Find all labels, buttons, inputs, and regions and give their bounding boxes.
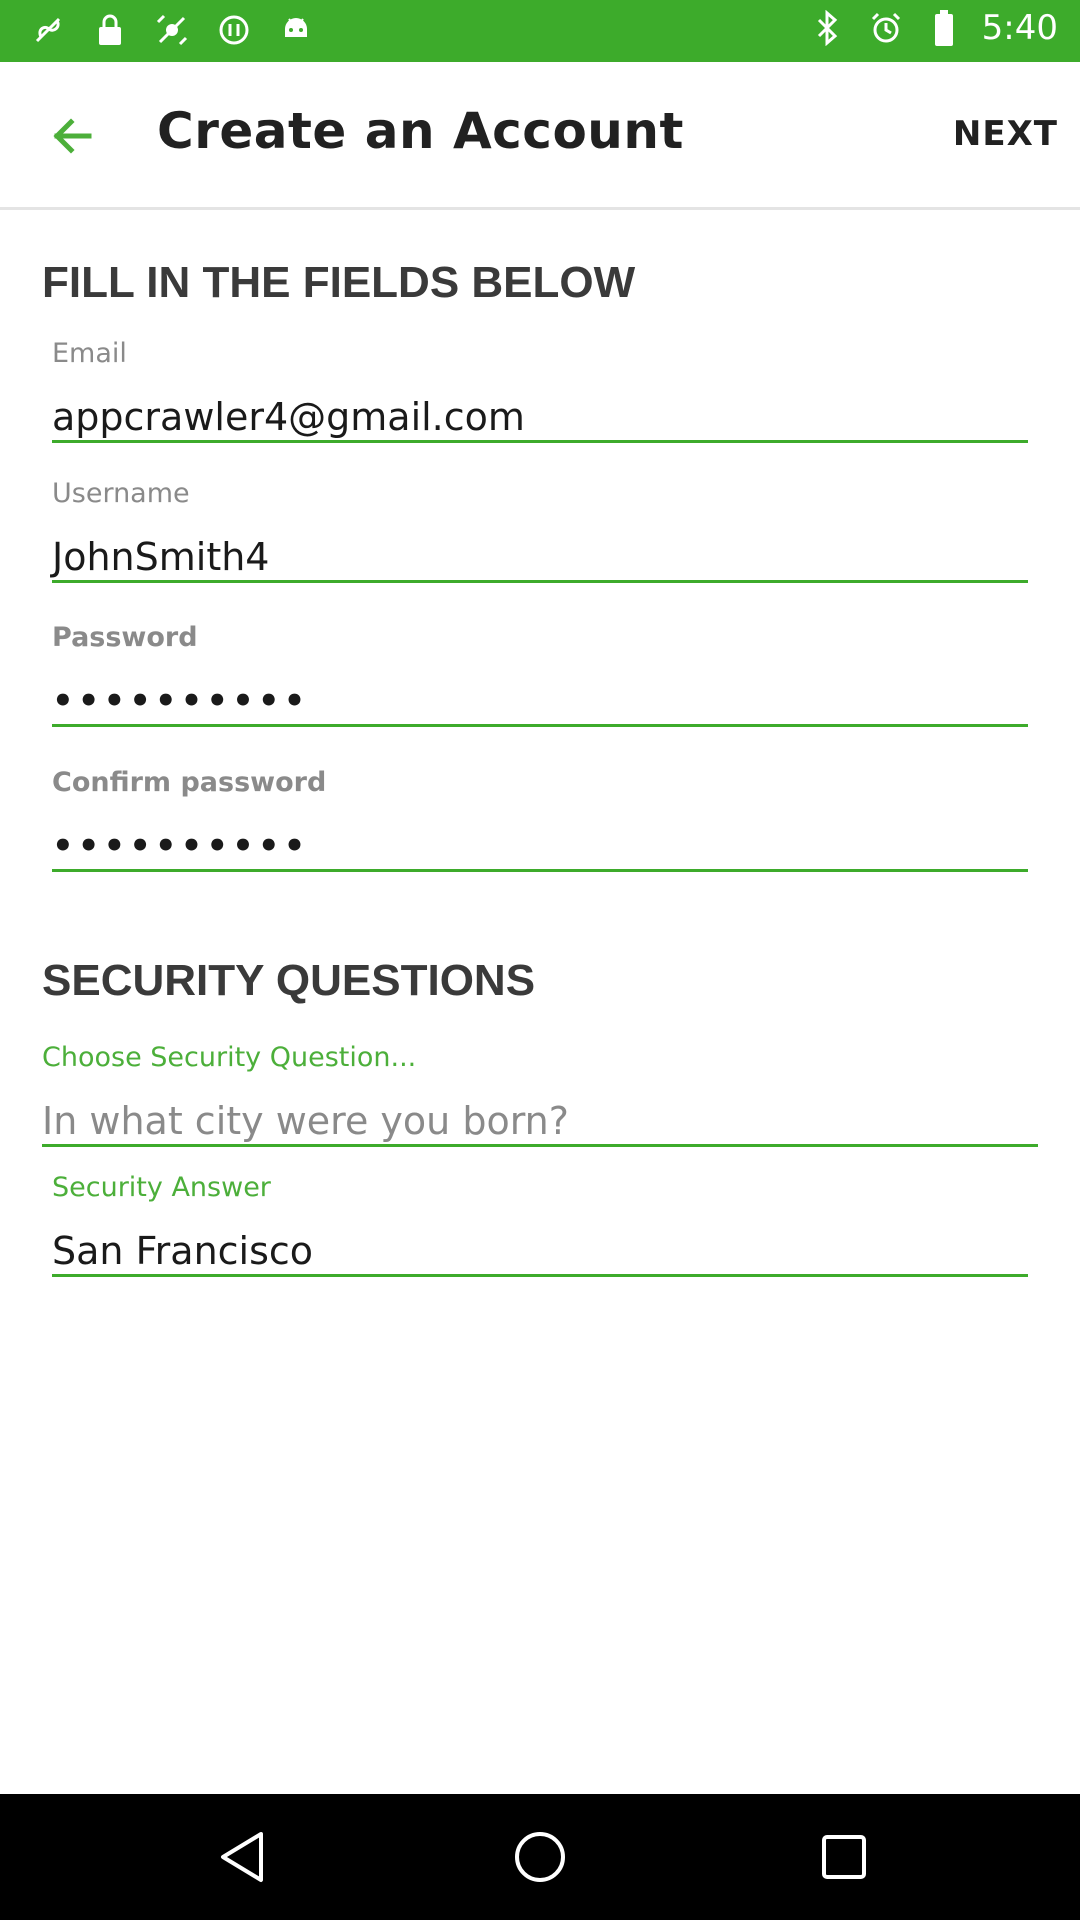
back-button[interactable]	[44, 108, 100, 164]
username-label: Username	[52, 478, 190, 509]
circle-icon	[214, 10, 254, 50]
nav-home-icon	[515, 1832, 565, 1882]
status-bar: 5:40	[0, 0, 1080, 62]
security-question-label: Choose Security Question...	[42, 1042, 417, 1073]
confirm-password-label: Confirm password	[52, 767, 327, 798]
nav-back-button[interactable]	[210, 1825, 274, 1889]
nav-back-icon	[221, 1832, 263, 1882]
app-bar: Create an Account NEXT	[0, 62, 1080, 210]
security-question-group: Choose Security Question... In what city…	[42, 1042, 1038, 1147]
battery-icon	[924, 8, 964, 48]
confirm-password-input[interactable]: ••••••••••	[52, 820, 1028, 872]
password-label: Password	[52, 622, 198, 653]
security-question-select[interactable]: In what city were you born?	[42, 1095, 1038, 1147]
form-heading: FILL IN THE FIELDS BELOW	[42, 258, 636, 307]
alarm-icon	[866, 8, 906, 48]
security-heading: SECURITY QUESTIONS	[42, 956, 536, 1005]
password-field-group: Password ••••••••••	[52, 622, 1028, 727]
status-time: 5:40	[981, 8, 1058, 48]
next-button[interactable]: NEXT	[953, 114, 1058, 154]
password-input[interactable]: ••••••••••	[52, 675, 1028, 727]
nav-recents-icon	[822, 1835, 866, 1879]
nav-home-button[interactable]	[508, 1825, 572, 1889]
bluetooth-icon	[808, 8, 848, 48]
email-label: Email	[52, 338, 127, 369]
email-field-group: Email appcrawler4@gmail.com	[52, 338, 1028, 443]
navigation-bar	[0, 1794, 1080, 1920]
security-answer-group: Security Answer San Francisco	[52, 1172, 1028, 1277]
lock-icon	[90, 10, 130, 50]
android-icon	[276, 10, 316, 50]
fake-gps-icon	[152, 10, 192, 50]
email-input[interactable]: appcrawler4@gmail.com	[52, 391, 1028, 443]
username-input[interactable]: JohnSmith4	[52, 531, 1028, 583]
username-field-group: Username JohnSmith4	[52, 478, 1028, 583]
page-title: Create an Account	[157, 102, 684, 160]
notification-icon	[28, 10, 68, 50]
confirm-password-field-group: Confirm password ••••••••••	[52, 767, 1028, 872]
security-answer-input[interactable]: San Francisco	[52, 1225, 1028, 1277]
security-answer-label: Security Answer	[52, 1172, 271, 1203]
nav-recents-button[interactable]	[812, 1825, 876, 1889]
arrow-back-icon	[53, 118, 92, 154]
